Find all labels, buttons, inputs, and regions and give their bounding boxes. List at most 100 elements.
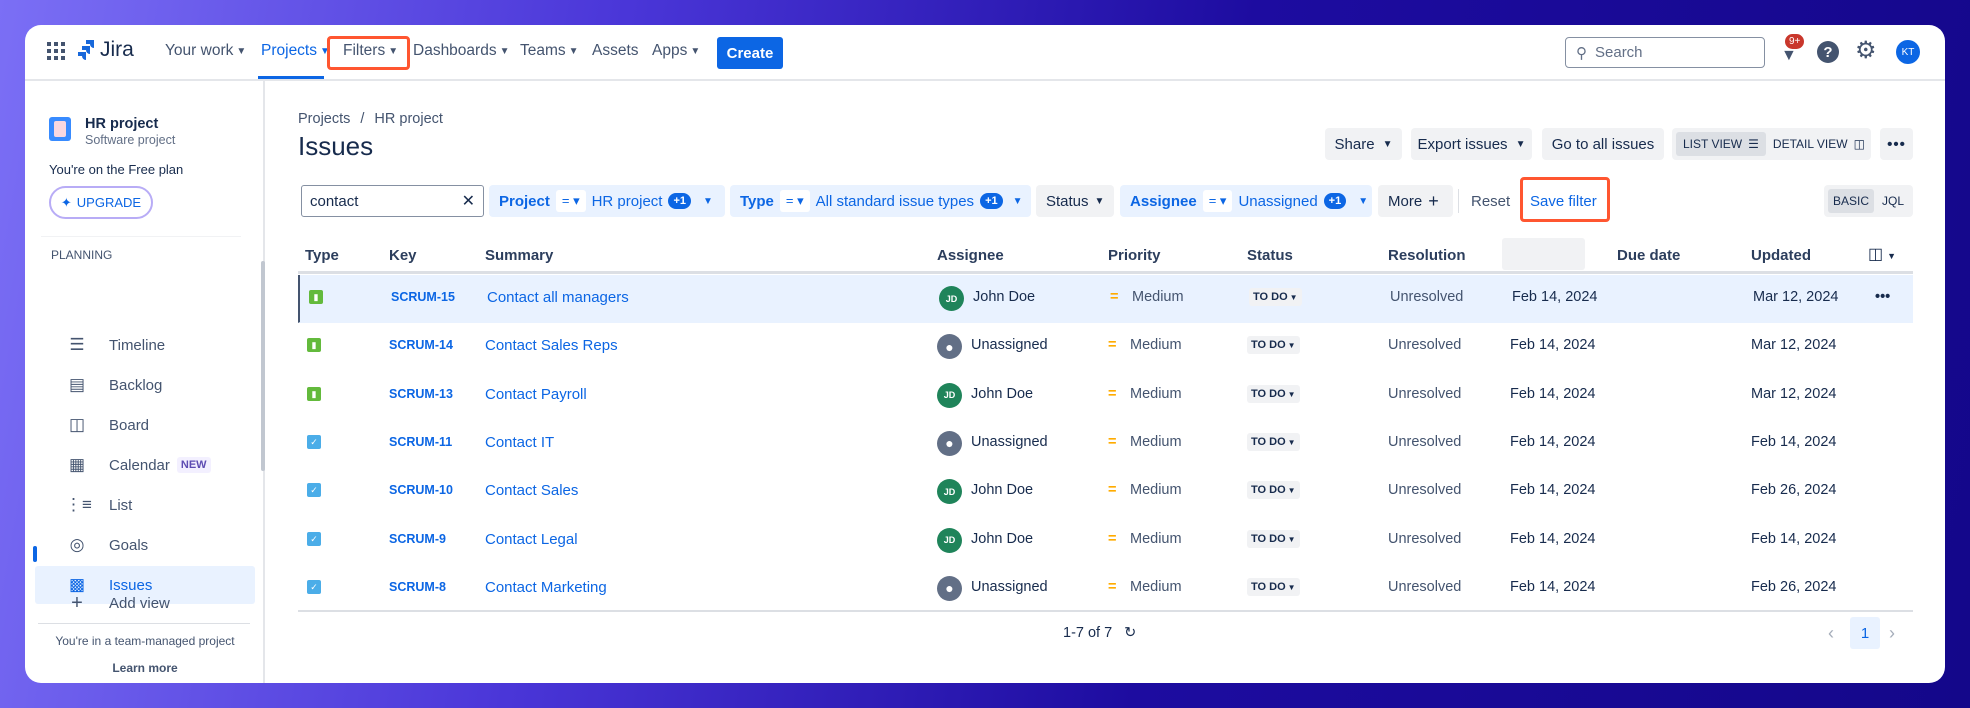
clear-icon[interactable]: ✕ xyxy=(462,191,475,211)
sidebar-item-calendar[interactable]: ▦ Calendar NEW xyxy=(35,446,255,484)
status-badge[interactable]: TO DO ▼ xyxy=(1247,336,1300,355)
sidebar-scrollbar[interactable] xyxy=(261,261,265,471)
row-actions-icon[interactable]: ••• xyxy=(1875,289,1890,305)
status-badge[interactable]: TO DO ▼ xyxy=(1249,288,1302,306)
issue-key-link[interactable]: SCRUM-8 xyxy=(389,580,446,594)
project-name[interactable]: HR project xyxy=(85,116,158,132)
operator-select[interactable]: = ▾ xyxy=(779,190,810,212)
app-switcher-icon[interactable] xyxy=(47,42,65,60)
page-1-button[interactable]: 1 xyxy=(1850,617,1880,649)
table-row[interactable]: ✓ SCRUM-11 Contact IT ● Unassigned = Med… xyxy=(298,420,1913,468)
column-header-due-date[interactable]: Due date xyxy=(1617,247,1680,264)
assignee-filter[interactable]: Assignee = ▾ Unassigned +1 ▼ xyxy=(1120,185,1372,217)
prev-page-icon[interactable]: ‹ xyxy=(1828,623,1834,644)
type-filter[interactable]: Type = ▾ All standard issue types +1 ▼ xyxy=(730,185,1031,217)
sidebar: HR project Software project You're on th… xyxy=(25,81,265,683)
nav-dashboards[interactable]: Dashboards ▼ xyxy=(413,42,509,60)
assignee-name[interactable]: Unassigned xyxy=(971,337,1048,353)
issue-key-link[interactable]: SCRUM-9 xyxy=(389,532,446,546)
breadcrumb-hr-project[interactable]: HR project xyxy=(374,111,443,127)
notifications-button[interactable]: ▼ 9+ xyxy=(1777,34,1805,65)
column-picker-button[interactable]: ◫ ▼ xyxy=(1868,244,1896,264)
assignee-name[interactable]: John Doe xyxy=(971,482,1033,498)
table-row[interactable]: ✓ SCRUM-10 Contact Sales JD John Doe = M… xyxy=(298,468,1913,516)
nav-apps[interactable]: Apps ▼ xyxy=(652,42,700,60)
export-issues-button[interactable]: Export issues ▼ xyxy=(1411,128,1532,160)
help-icon[interactable]: ? xyxy=(1817,41,1839,63)
issue-summary-link[interactable]: Contact Sales xyxy=(485,482,578,499)
assignee-name[interactable]: John Doe xyxy=(971,531,1033,547)
status-badge[interactable]: TO DO ▼ xyxy=(1247,529,1300,548)
learn-more-link[interactable]: Learn more xyxy=(25,661,265,675)
column-header-type[interactable]: Type xyxy=(305,247,339,264)
search-input[interactable]: ⚲ Search xyxy=(1565,37,1765,68)
operator-select[interactable]: = ▾ xyxy=(555,190,586,212)
nav-filters[interactable]: Filters ▼ xyxy=(343,42,398,60)
assignee-name[interactable]: Unassigned xyxy=(971,579,1048,595)
assignee-name[interactable]: John Doe xyxy=(973,289,1035,305)
jira-wordmark[interactable]: Jira xyxy=(100,38,134,62)
issue-key-link[interactable]: SCRUM-10 xyxy=(389,483,453,497)
status-badge[interactable]: TO DO ▼ xyxy=(1247,577,1300,596)
issue-key-link[interactable]: SCRUM-13 xyxy=(389,387,453,401)
sidebar-item-goals[interactable]: ◎ Goals xyxy=(35,526,255,564)
status-badge[interactable]: TO DO ▼ xyxy=(1247,481,1300,500)
column-header-assignee[interactable]: Assignee xyxy=(937,247,1004,264)
list-view-button[interactable]: LIST VIEW ☰ xyxy=(1676,132,1766,156)
table-row[interactable]: ▮ SCRUM-13 Contact Payroll JD John Doe =… xyxy=(298,372,1913,420)
issue-key-link[interactable]: SCRUM-14 xyxy=(389,338,453,352)
column-header-status[interactable]: Status xyxy=(1247,247,1293,264)
more-filters-button[interactable]: More + xyxy=(1378,185,1453,217)
reset-button[interactable]: Reset xyxy=(1471,193,1510,210)
table-row[interactable]: ▮ SCRUM-15 Contact all managers JD John … xyxy=(298,275,1913,323)
assignee-name[interactable]: John Doe xyxy=(971,386,1033,402)
issue-key-link[interactable]: SCRUM-11 xyxy=(389,435,452,449)
table-row[interactable]: ▮ SCRUM-14 Contact Sales Reps ● Unassign… xyxy=(298,323,1913,371)
nav-assets[interactable]: Assets xyxy=(592,42,639,60)
issue-summary-link[interactable]: Contact all managers xyxy=(487,289,629,306)
assignee-name[interactable]: Unassigned xyxy=(971,434,1048,450)
breadcrumb-projects[interactable]: Projects xyxy=(298,111,350,127)
column-header-priority[interactable]: Priority xyxy=(1108,247,1161,264)
nav-your-work[interactable]: Your work ▼ xyxy=(165,42,246,60)
create-button[interactable]: Create xyxy=(717,37,783,69)
upgrade-button[interactable]: ✦ UPGRADE xyxy=(49,186,153,219)
issue-summary-link[interactable]: Contact Marketing xyxy=(485,579,607,596)
project-filter[interactable]: Project = ▾ HR project +1 ▼ xyxy=(489,185,725,217)
column-header-resolution[interactable]: Resolution xyxy=(1388,247,1466,264)
share-button[interactable]: Share ▼ xyxy=(1325,128,1402,160)
add-view-button[interactable]: + Add view xyxy=(35,584,255,622)
status-filter[interactable]: Status ▼ xyxy=(1036,185,1114,217)
issue-summary-link[interactable]: Contact Legal xyxy=(485,531,578,548)
go-to-all-issues-button[interactable]: Go to all issues xyxy=(1542,128,1664,160)
table-row[interactable]: ✓ SCRUM-9 Contact Legal JD John Doe = Me… xyxy=(298,517,1913,565)
jira-logo-icon[interactable] xyxy=(77,40,95,62)
column-header-summary[interactable]: Summary xyxy=(485,247,553,264)
issue-summary-link[interactable]: Contact IT xyxy=(485,434,554,451)
detail-view-button[interactable]: DETAIL VIEW ◫ xyxy=(1766,132,1872,156)
issue-summary-link[interactable]: Contact Sales Reps xyxy=(485,337,618,354)
sidebar-item-board[interactable]: ◫ Board xyxy=(35,406,255,444)
save-filter-button[interactable]: Save filter xyxy=(1530,193,1597,210)
settings-gear-icon[interactable]: ⚙ xyxy=(1855,36,1877,65)
user-avatar[interactable]: KT xyxy=(1896,40,1920,64)
status-badge[interactable]: TO DO ▼ xyxy=(1247,384,1300,403)
column-header-key[interactable]: Key xyxy=(389,247,417,264)
nav-projects[interactable]: Projects ▼ xyxy=(261,42,330,60)
issue-key-link[interactable]: SCRUM-15 xyxy=(391,290,455,304)
refresh-icon[interactable]: ↻ xyxy=(1124,625,1136,641)
sidebar-item-timeline[interactable]: ☰ Timeline xyxy=(35,326,255,364)
issue-summary-link[interactable]: Contact Payroll xyxy=(485,386,587,403)
next-page-icon[interactable]: › xyxy=(1889,623,1895,644)
table-row[interactable]: ✓ SCRUM-8 Contact Marketing ● Unassigned… xyxy=(298,565,1913,613)
column-header-updated[interactable]: Updated xyxy=(1751,247,1811,264)
jql-mode-button[interactable]: JQL xyxy=(1878,194,1908,208)
search-issues-input[interactable]: contact ✕ xyxy=(301,185,484,217)
operator-select[interactable]: = ▾ xyxy=(1202,190,1233,212)
sidebar-item-backlog[interactable]: ▤ Backlog xyxy=(35,366,255,404)
basic-mode-button[interactable]: BASIC xyxy=(1828,189,1875,213)
nav-teams[interactable]: Teams ▼ xyxy=(520,42,579,60)
sidebar-item-list[interactable]: ⋮≡ List xyxy=(35,486,255,524)
status-badge[interactable]: TO DO ▼ xyxy=(1247,432,1300,451)
more-actions-button[interactable]: ••• xyxy=(1880,128,1913,160)
